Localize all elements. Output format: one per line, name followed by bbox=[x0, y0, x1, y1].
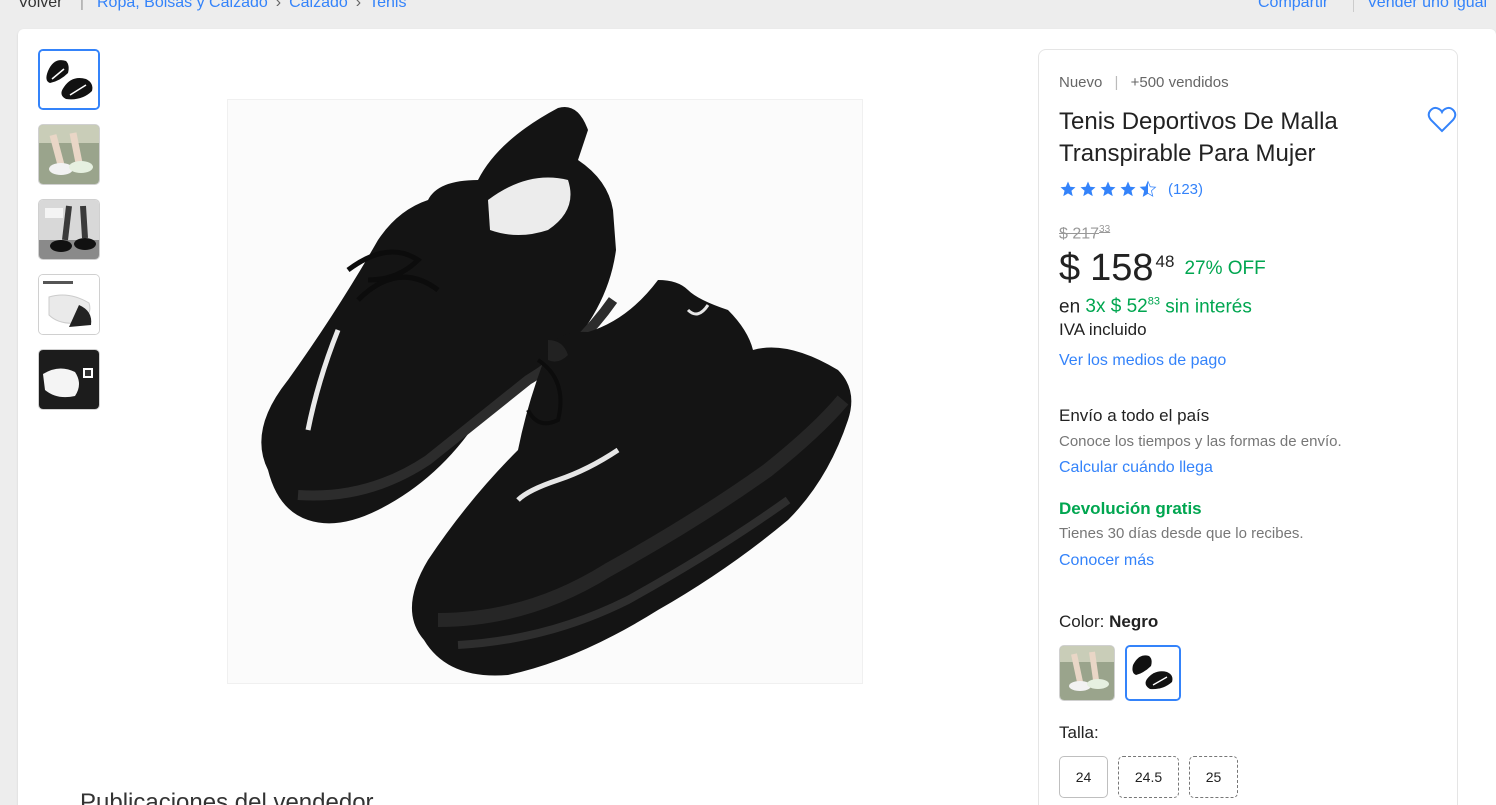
returns-title: Devolución gratis bbox=[1059, 499, 1202, 518]
star-icon bbox=[1080, 181, 1096, 197]
color-label: Color: Negro bbox=[1059, 612, 1159, 631]
color-swatches bbox=[1059, 645, 1181, 701]
thumbnail-shoe-insole[interactable] bbox=[38, 274, 100, 335]
original-price: $ 21733 bbox=[1059, 224, 1111, 243]
price-integer: 158 bbox=[1090, 247, 1154, 289]
thumbnail-shoe-worn-black[interactable] bbox=[38, 199, 100, 260]
heart-icon[interactable] bbox=[1427, 106, 1457, 134]
thumbnail-shoe-black-pair[interactable] bbox=[38, 49, 100, 110]
discount-badge: 27% OFF bbox=[1184, 258, 1266, 279]
currency-symbol: $ bbox=[1059, 247, 1081, 289]
thumbnail-shoe-white-pair[interactable] bbox=[38, 349, 100, 410]
rating-stars bbox=[1059, 180, 1157, 198]
seller-publications-title: Publicaciones del vendedor bbox=[80, 789, 374, 805]
selected-color: Negro bbox=[1109, 612, 1159, 631]
size-option-25[interactable]: 25 bbox=[1189, 756, 1238, 798]
product-card: Publicaciones del vendedor Nuevo | +500 … bbox=[18, 29, 1496, 805]
calculate-delivery-link[interactable]: Calcular cuándo llega bbox=[1059, 459, 1213, 477]
breadcrumb-item-ropa[interactable]: Ropa, Bolsas y Calzado bbox=[97, 0, 268, 12]
installments-amount: 3x $ 5283 bbox=[1085, 296, 1160, 318]
review-count[interactable]: (123) bbox=[1168, 181, 1203, 198]
size-option-24-5[interactable]: 24.5 bbox=[1118, 756, 1179, 798]
price-cents: 48 bbox=[1155, 252, 1175, 271]
installments: en 3x $ 5283 sin interés bbox=[1059, 296, 1252, 318]
shipping-subtitle: Conoce los tiempos y las formas de envío… bbox=[1059, 433, 1342, 450]
star-half-icon bbox=[1139, 180, 1157, 197]
star-icon bbox=[1120, 181, 1136, 197]
color-swatch-black[interactable] bbox=[1125, 645, 1181, 701]
iva-note: IVA incluido bbox=[1059, 320, 1147, 339]
condition-line: Nuevo | +500 vendidos bbox=[1059, 74, 1229, 91]
star-icon bbox=[1060, 181, 1076, 197]
divider bbox=[1353, 0, 1354, 12]
share-link[interactable]: Compartir bbox=[1258, 0, 1328, 12]
separator: | bbox=[1114, 74, 1119, 91]
chevron-right-icon: › bbox=[355, 0, 362, 11]
returns-subtitle: Tienes 30 días desde que lo recibes. bbox=[1059, 525, 1304, 542]
sold-count: +500 vendidos bbox=[1130, 74, 1229, 91]
separator: | bbox=[80, 0, 84, 11]
sell-similar-link[interactable]: Vender uno igual bbox=[1367, 0, 1487, 12]
size-options: 24 24.5 25 bbox=[1059, 756, 1238, 798]
condition-label: Nuevo bbox=[1059, 74, 1103, 91]
breadcrumb-item-tenis[interactable]: Tenis bbox=[369, 0, 406, 12]
returns-learn-more-link[interactable]: Conocer más bbox=[1059, 552, 1154, 570]
breadcrumb: Ropa, Bolsas y Calzado › Calzado › Tenis bbox=[97, 0, 406, 12]
top-navigation-bar: Volver | Ropa, Bolsas y Calzado › Calzad… bbox=[0, 0, 1496, 28]
current-price: $ 158 48 27% OFF bbox=[1059, 246, 1266, 290]
main-product-image[interactable] bbox=[227, 99, 863, 684]
color-swatch-white[interactable] bbox=[1059, 645, 1115, 701]
back-link[interactable]: Volver bbox=[18, 0, 62, 12]
thumbnail-list bbox=[38, 49, 100, 410]
shipping-title: Envío a todo el país bbox=[1059, 406, 1210, 425]
payment-methods-link[interactable]: Ver los medios de pago bbox=[1059, 352, 1226, 370]
star-icon bbox=[1100, 181, 1116, 197]
rating[interactable]: (123) bbox=[1059, 180, 1203, 198]
size-label: Talla: bbox=[1059, 723, 1099, 742]
product-title: Tenis Deportivos De Malla Transpirable P… bbox=[1059, 108, 1338, 167]
thumbnail-shoe-worn-light[interactable] bbox=[38, 124, 100, 185]
size-option-24[interactable]: 24 bbox=[1059, 756, 1108, 798]
chevron-right-icon: › bbox=[275, 0, 282, 11]
breadcrumb-item-calzado[interactable]: Calzado bbox=[289, 0, 348, 12]
buy-box: Nuevo | +500 vendidos Tenis Deportivos D… bbox=[1038, 49, 1458, 805]
